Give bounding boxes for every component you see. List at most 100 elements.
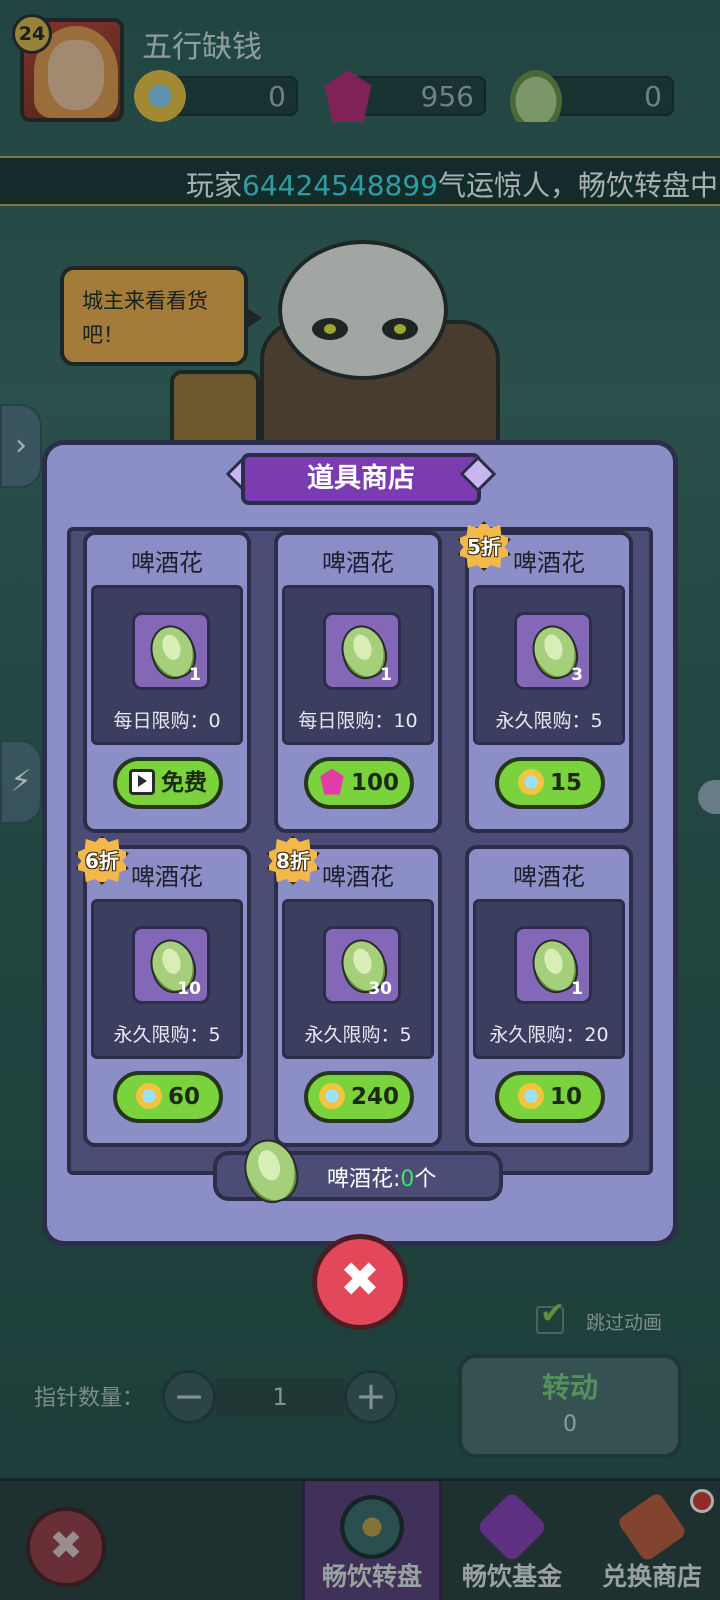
spin-cost: 0 xyxy=(563,1412,577,1437)
coin-icon xyxy=(517,768,544,795)
price-label: 100 xyxy=(350,770,399,796)
item-limit: 永久限购：5 xyxy=(495,710,603,732)
item-name: 啤酒花 xyxy=(322,863,394,891)
buy-gem-button[interactable]: 100 xyxy=(304,757,414,809)
item-panel: 10 永久限购：5 xyxy=(91,899,243,1059)
top-header: 24 五行缺钱 0 956 0 xyxy=(0,0,720,150)
item-icon-box: 1 xyxy=(514,926,592,1004)
price-label: 60 xyxy=(167,1084,200,1110)
close-modal-button[interactable]: ✖ xyxy=(312,1234,408,1330)
coin-icon xyxy=(135,1082,162,1109)
tab-exchange-shop[interactable]: 兑换商店 xyxy=(582,1481,720,1600)
tab-label: 畅饮转盘 xyxy=(321,1562,422,1591)
fund-gem-icon xyxy=(475,1490,549,1564)
item-name: 啤酒花 xyxy=(322,549,394,577)
item-panel: 1 永久限购：20 xyxy=(473,899,625,1059)
hop-value: 0 xyxy=(644,80,662,113)
buy-coin-button[interactable]: 60 xyxy=(113,1071,223,1123)
buy-coin-button[interactable]: 10 xyxy=(495,1071,605,1123)
npc-head xyxy=(278,240,448,380)
expand-side-tab[interactable]: › xyxy=(0,404,42,488)
right-edge-handle[interactable] xyxy=(698,780,720,814)
item-name: 啤酒花 xyxy=(131,863,203,891)
marquee-text: 玩家64424548899气运惊人，畅饮转盘中 xyxy=(186,164,718,204)
shop-item: 8折 啤酒花 30 永久限购：5 240 xyxy=(266,835,442,1147)
owned-text: 啤酒花:0个 xyxy=(327,1161,436,1193)
tab-drink-fund[interactable]: 畅饮基金 xyxy=(442,1481,582,1600)
coin-icon xyxy=(134,70,186,122)
item-limit: 永久限购：5 xyxy=(304,1024,412,1046)
gem-icon xyxy=(320,768,344,795)
shop-item: 啤酒花 1 永久限购：20 10 xyxy=(465,845,633,1147)
item-limit: 每日限购：0 xyxy=(113,710,221,732)
price-label: 免费 xyxy=(161,770,207,796)
coin-value: 0 xyxy=(268,80,286,113)
item-limit: 每日限购：10 xyxy=(298,710,418,732)
marquee-prefix: 玩家 xyxy=(186,169,243,202)
item-name: 啤酒花 xyxy=(513,863,585,891)
avatar-face xyxy=(48,40,104,110)
item-qty: 1 xyxy=(571,979,583,999)
buy-coin-button[interactable]: 15 xyxy=(495,757,605,809)
buy-free-button[interactable]: 免费 xyxy=(113,757,223,809)
price-label: 10 xyxy=(549,1084,582,1110)
tab-drink-wheel[interactable]: 畅饮转盘 xyxy=(302,1481,442,1600)
npc-eye-left xyxy=(312,318,348,340)
item-qty: 3 xyxy=(571,665,583,685)
skip-animation-label: 跳过动画 xyxy=(586,1312,663,1334)
pointer-count-label: 指针数量： xyxy=(34,1386,145,1411)
item-panel: 30 永久限购：5 xyxy=(282,899,434,1059)
shop-item: 6折 啤酒花 10 永久限购：5 60 xyxy=(75,835,251,1147)
coin-icon xyxy=(318,1082,345,1109)
wheel-icon xyxy=(340,1495,404,1559)
buy-coin-button[interactable]: 240 xyxy=(304,1071,414,1123)
pointer-count-value: 1 xyxy=(216,1378,344,1416)
shop-item: 5折 啤酒花 3 永久限购：5 15 xyxy=(457,521,633,833)
item-limit: 永久限购：20 xyxy=(489,1024,609,1046)
price-label: 15 xyxy=(549,770,582,796)
decrease-button[interactable]: − xyxy=(162,1370,216,1424)
player-name: 五行缺钱 xyxy=(142,30,262,65)
npc-eye-right xyxy=(382,318,418,340)
exchange-scroll-icon xyxy=(616,1491,688,1563)
bottom-nav: ✖ 畅饮转盘 畅饮基金 兑换商店 xyxy=(0,1478,720,1600)
item-panel: 3 永久限购：5 xyxy=(473,585,625,745)
shop-item: 啤酒花 1 每日限购：10 100 xyxy=(274,531,442,833)
coin-icon xyxy=(517,1082,544,1109)
marquee-suffix: 气运惊人，畅饮转盘中 xyxy=(437,169,718,202)
owned-count: 0 xyxy=(400,1167,415,1192)
item-icon-box: 30 xyxy=(323,926,401,1004)
item-icon-box: 1 xyxy=(132,612,210,690)
item-panel: 1 每日限购：0 xyxy=(91,585,243,745)
item-qty: 10 xyxy=(177,979,201,999)
tab-label: 畅饮基金 xyxy=(461,1562,562,1591)
lightning-side-tab[interactable]: ⚡ xyxy=(0,740,42,824)
item-qty: 1 xyxy=(380,665,392,685)
level-badge: 24 xyxy=(12,14,52,54)
owned-unit: 个 xyxy=(414,1167,437,1192)
barrel-icon xyxy=(170,370,260,450)
shop-item-grid: 啤酒花 1 每日限购：0 免费 啤酒花 1 每日限购：10 100 5折 啤酒花… xyxy=(67,521,653,1175)
video-ad-icon xyxy=(129,768,155,795)
tab-label: 兑换商店 xyxy=(601,1562,702,1591)
increase-button[interactable]: + xyxy=(344,1370,398,1424)
item-icon-box: 1 xyxy=(323,612,401,690)
announcement-marquee: 玩家64424548899气运惊人，畅饮转盘中 xyxy=(0,156,720,206)
item-qty: 1 xyxy=(189,665,201,685)
owned-hop-counter: 啤酒花:0个 xyxy=(213,1132,503,1210)
item-name: 啤酒花 xyxy=(131,549,203,577)
hop-icon xyxy=(510,70,562,122)
price-label: 240 xyxy=(350,1084,399,1110)
owned-label: 啤酒花: xyxy=(327,1167,401,1192)
checkmark-icon: ✔ xyxy=(540,1296,566,1331)
item-limit: 永久限购：5 xyxy=(113,1024,221,1046)
close-icon[interactable]: ✖ xyxy=(26,1507,106,1587)
item-name: 啤酒花 xyxy=(513,549,585,577)
marquee-player-id: 64424548899 xyxy=(242,169,438,202)
item-panel: 1 每日限购：10 xyxy=(282,585,434,745)
spin-button[interactable]: 转动 0 xyxy=(458,1354,682,1458)
shop-item: 啤酒花 1 每日限购：0 免费 xyxy=(83,531,251,833)
gem-icon xyxy=(324,70,372,122)
item-qty: 30 xyxy=(368,979,392,999)
gem-balance: 956 xyxy=(324,70,486,122)
